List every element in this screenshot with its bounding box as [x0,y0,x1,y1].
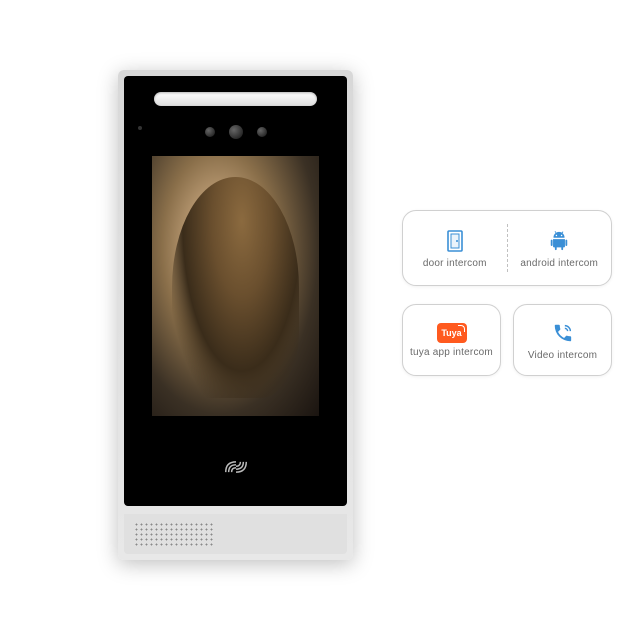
speaker-holes [134,522,214,546]
android-icon [546,228,572,254]
door-intercom-label: door intercom [423,258,487,269]
door-icon [442,228,468,254]
nfc-icon [221,456,251,478]
android-intercom-feature: android intercom [508,228,612,269]
tuya-logo-icon: Tuya [437,323,467,343]
tuya-app-feature: Tuya tuya app intercom [402,304,501,376]
device-screen [152,156,319,416]
intercom-device [118,70,353,560]
feature-badges: door intercom android intercom Tuya tuya… [402,210,612,394]
speaker-grille [124,514,347,554]
camera-cluster [124,122,347,142]
android-intercom-label: android intercom [520,258,598,269]
phone-icon [550,320,576,346]
device-front-panel [124,76,347,506]
illuminator-bar [154,92,317,106]
ir-led-icon [257,127,267,137]
video-intercom-feature: Video intercom [513,304,612,376]
camera-lens-icon [229,125,243,139]
ir-led-icon [205,127,215,137]
tuya-app-label: tuya app intercom [410,347,493,358]
video-intercom-label: Video intercom [528,350,597,361]
combined-intercom-badge: door intercom android intercom [402,210,612,286]
door-intercom-feature: door intercom [403,228,507,269]
portrait-photo [152,156,319,416]
